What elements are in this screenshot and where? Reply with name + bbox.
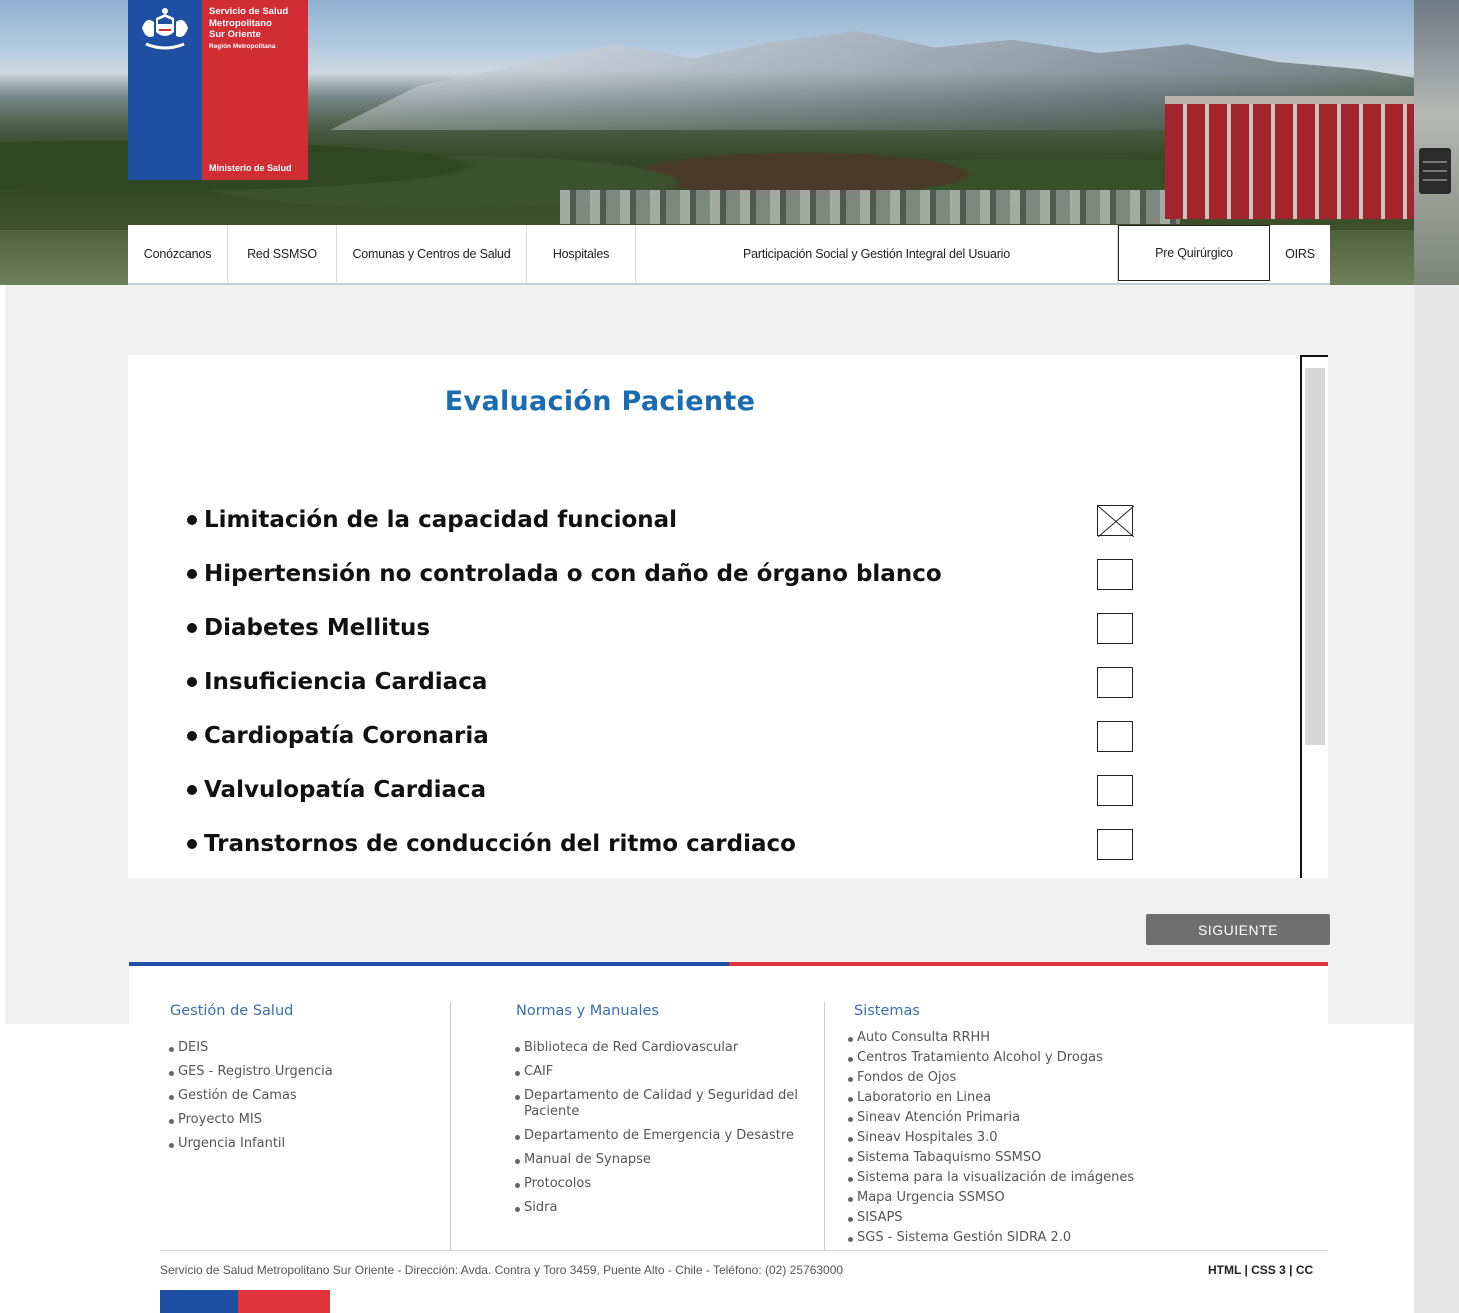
checkbox-transtornos[interactable] — [1097, 829, 1133, 860]
footer-link[interactable]: Proyecto MIS — [169, 1112, 333, 1128]
checklist-item-label: Diabetes Mellitus — [204, 615, 431, 641]
footer-link[interactable]: Sidra — [515, 1200, 805, 1216]
footer-link[interactable]: Manual de Synapse — [515, 1152, 805, 1168]
footer-link[interactable]: Biblioteca de Red Cardiovascular — [515, 1040, 805, 1056]
checkbox-cardiopatia[interactable] — [1097, 721, 1133, 752]
footer-flag-blue — [160, 1290, 238, 1313]
main-nav: Conózcanos Red SSMSO Comunas y Centros d… — [128, 225, 1330, 285]
logo-ministry: Ministerio de Salud — [209, 163, 292, 173]
checklist-item: Transtornos de conducción del ritmo card… — [187, 827, 796, 861]
checklist-item-label: Transtornos de conducción del ritmo card… — [204, 831, 796, 857]
logo-line-2: Metropolitano — [209, 17, 272, 29]
footer-link[interactable]: Auto Consulta RRHH — [848, 1030, 1134, 1046]
footer-link[interactable]: Laboratorio en Linea — [848, 1090, 1134, 1106]
checkbox-diabetes[interactable] — [1097, 613, 1133, 644]
checkbox-insuficiencia[interactable] — [1097, 667, 1133, 698]
page-title: Evaluación Paciente — [444, 386, 756, 417]
footer-divider-blue — [129, 962, 729, 966]
banner-right-strip — [1414, 0, 1459, 285]
logo[interactable]: Servicio de Salud Metropolitano Sur Orie… — [128, 0, 308, 180]
footer-link[interactable]: CAIF — [515, 1064, 805, 1080]
footer-link[interactable]: SISAPS — [848, 1210, 1134, 1226]
logo-line-1: Servicio de Salud — [209, 6, 289, 17]
nav-item-pre-quirurgico[interactable]: Pre Quirúrgico — [1118, 225, 1270, 281]
checklist-item-label: Insuficiencia Cardiaca — [204, 669, 488, 695]
footer-col-title-sistemas: Sistemas — [854, 1003, 920, 1019]
checklist-item: Valvulopatía Cardiaca — [187, 773, 486, 807]
footer-link[interactable]: Sistema Tabaquismo SSMSO — [848, 1150, 1134, 1166]
logo-line-4: Región Metropolitana — [209, 42, 276, 50]
footer-link[interactable]: Departamento de Calidad y Seguridad del … — [515, 1088, 805, 1120]
coat-of-arms-icon — [136, 6, 194, 52]
bullet-icon — [187, 839, 197, 849]
nav-item-oirs[interactable]: OIRS — [1270, 225, 1330, 283]
footer-column-divider — [450, 1002, 451, 1250]
footer-top-background — [129, 966, 1328, 1024]
checklist-item-label: Hipertensión no controlada o con daño de… — [204, 561, 942, 587]
footer-divider-red — [729, 962, 1328, 966]
footer-link[interactable]: Sineav Hospitales 3.0 — [848, 1130, 1134, 1146]
checklist-item: Diabetes Mellitus — [187, 611, 430, 645]
checklist-item-label: Valvulopatía Cardiaca — [204, 777, 487, 803]
checklist-item: Hipertensión no controlada o con daño de… — [187, 557, 942, 591]
footer-col-title-normas: Normas y Manuales — [516, 1003, 659, 1019]
footer-link[interactable]: Mapa Urgencia SSMSO — [848, 1190, 1134, 1206]
checklist-item: Limitación de la capacidad funcional — [187, 503, 677, 537]
footer-link[interactable]: Centros Tratamiento Alcohol y Drogas — [848, 1050, 1134, 1066]
footer-link[interactable]: Sineav Atención Primaria — [848, 1110, 1134, 1126]
bullet-icon — [187, 569, 197, 579]
checklist-item-label: Cardiopatía Coronaria — [204, 723, 489, 749]
nav-item-comunas[interactable]: Comunas y Centros de Salud — [337, 225, 527, 283]
footer-col-title-gestion: Gestión de Salud — [170, 1003, 294, 1019]
footer-link[interactable]: Gestión de Camas — [169, 1088, 333, 1104]
footer-address: Servicio de Salud Metropolitano Sur Orie… — [160, 1263, 844, 1277]
parking-lot-image — [560, 190, 1180, 224]
footer-standards: HTML | CSS 3 | CC — [1208, 1263, 1314, 1277]
hospital-building-image — [1165, 96, 1415, 219]
footer-link[interactable]: SGS - Sistema Gestión SIDRA 2.0 — [848, 1230, 1134, 1246]
footer-flag-red — [238, 1290, 330, 1313]
checklist-item: Cardiopatía Coronaria — [187, 719, 489, 753]
footer-link[interactable]: Fondos de Ojos — [848, 1070, 1134, 1086]
checkbox-valvulopatia[interactable] — [1097, 775, 1133, 806]
nav-item-red-ssmso[interactable]: Red SSMSO — [228, 225, 337, 283]
footer-links-sistemas: Auto Consulta RRHH Centros Tratamiento A… — [848, 1030, 1134, 1246]
standard-cc-link[interactable]: CC — [1296, 1263, 1313, 1277]
logo-line-3: Sur Oriente — [209, 29, 261, 40]
scrollbar-thumb[interactable] — [1305, 368, 1325, 745]
nav-item-participacion[interactable]: Participación Social y Gestión Integral … — [636, 225, 1118, 283]
standard-html-link[interactable]: HTML — [1208, 1263, 1241, 1277]
nav-item-hospitales[interactable]: Hospitales — [527, 225, 636, 283]
bullet-icon — [187, 677, 197, 687]
hamburger-menu-icon[interactable] — [1419, 148, 1451, 194]
footer-link[interactable]: GES - Registro Urgencia — [169, 1064, 333, 1080]
footer-bottom-divider — [160, 1250, 1328, 1251]
standard-css-link[interactable]: CSS 3 — [1251, 1263, 1286, 1277]
bullet-icon — [187, 731, 197, 741]
checklist-item: Insuficiencia Cardiaca — [187, 665, 487, 699]
bullet-icon — [187, 623, 197, 633]
footer-link[interactable]: Protocolos — [515, 1176, 805, 1192]
checkbox-hipertension[interactable] — [1097, 559, 1133, 590]
footer-links-normas: Biblioteca de Red Cardiovascular CAIF De… — [515, 1040, 805, 1216]
next-button[interactable]: SIGUIENTE — [1146, 914, 1330, 945]
footer-link[interactable]: Sistema para la visualización de imágene… — [848, 1170, 1134, 1186]
checklist-item-label: Limitación de la capacidad funcional — [204, 507, 678, 533]
page-right-gutter — [1414, 285, 1459, 1313]
bullet-icon — [187, 515, 197, 525]
footer-links-gestion: DEIS GES - Registro Urgencia Gestión de … — [169, 1040, 333, 1152]
footer-link[interactable]: DEIS — [169, 1040, 333, 1056]
footer-column-divider — [824, 1002, 825, 1250]
footer-link[interactable]: Departamento de Emergencia y Desastre — [515, 1128, 805, 1144]
nav-item-conozcanos[interactable]: Conózcanos — [128, 225, 228, 283]
footer-link[interactable]: Urgencia Infantil — [169, 1136, 333, 1152]
bullet-icon — [187, 785, 197, 795]
checkbox-limitacion[interactable] — [1097, 505, 1134, 537]
